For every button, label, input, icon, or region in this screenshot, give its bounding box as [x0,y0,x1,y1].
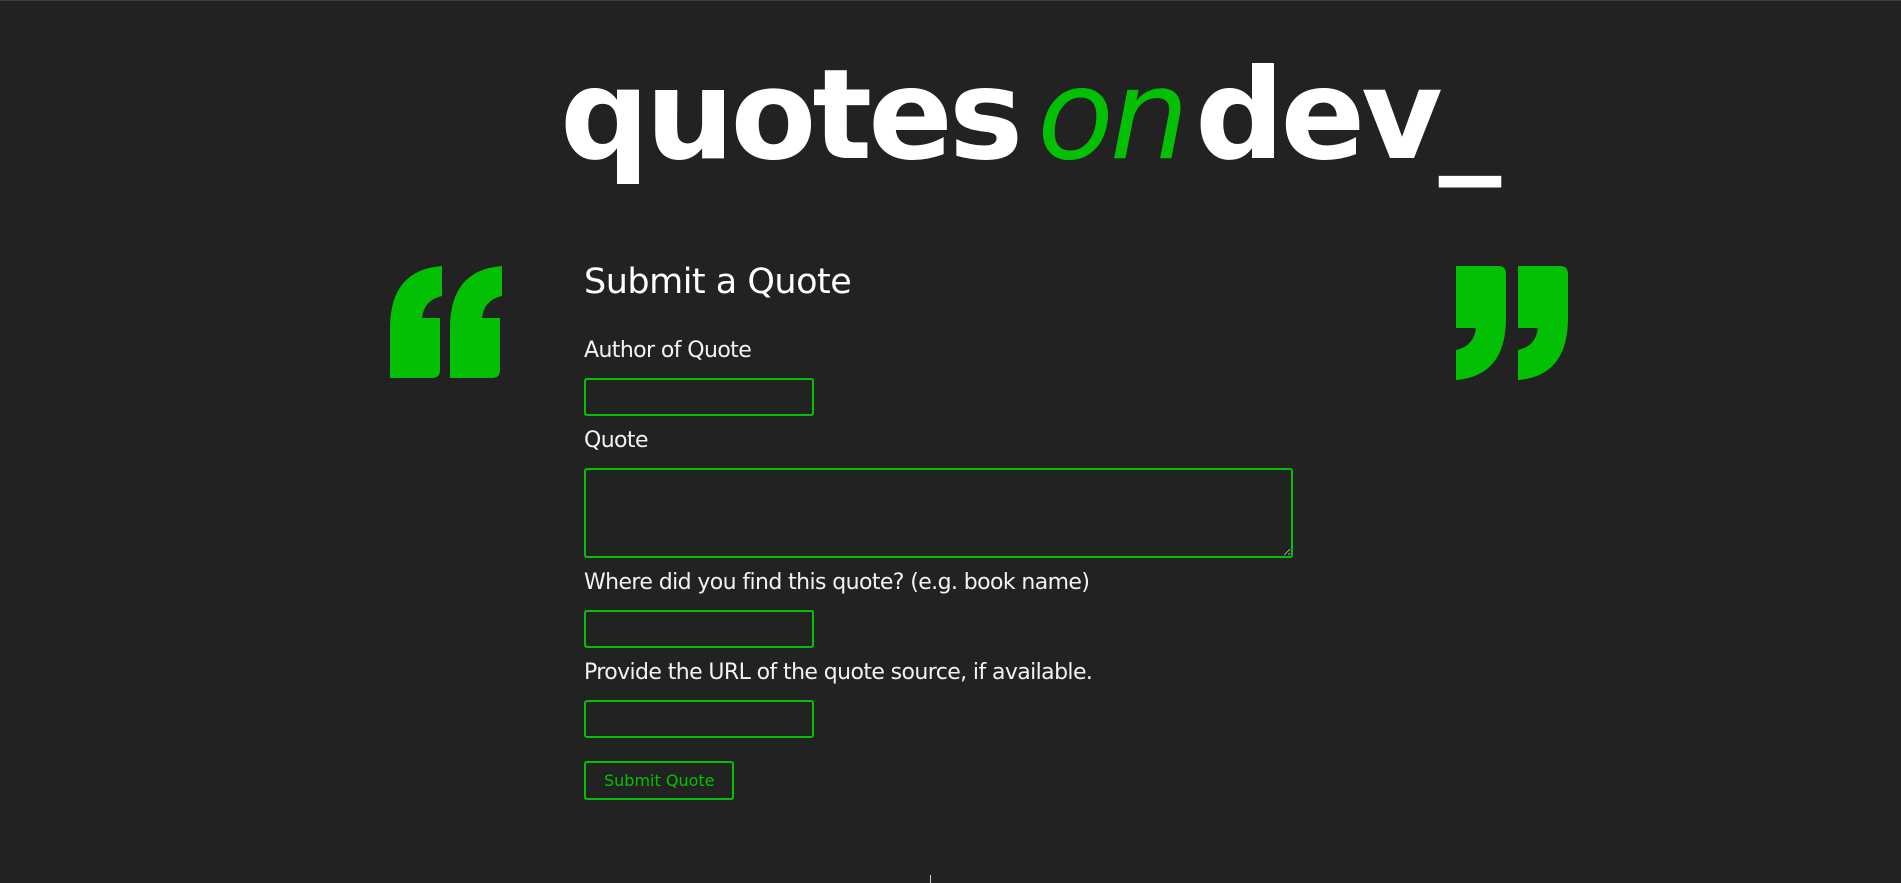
submit-quote-button[interactable]: Submit Quote [584,761,735,800]
logo-word-on: on [1037,43,1189,188]
open-quote-icon [390,266,502,378]
footer-nav [930,875,931,883]
quote-textarea[interactable] [584,468,1293,558]
page: quotes ondev_ Submit a Quote Author of Qu… [0,0,1901,883]
quote-label: Quote [584,428,648,453]
form-title: Submit a Quote [584,262,852,302]
logo-word-quotes: quotes [560,43,1023,188]
url-label: Provide the URL of the quote source, if … [584,660,1093,685]
url-input[interactable] [584,700,814,738]
source-label: Where did you find this quote? (e.g. boo… [584,570,1090,595]
footer-divider [930,875,931,883]
logo-word-dev: dev_ [1194,43,1501,188]
submit-quote-form: Submit a Quote Author of Quote Quote Whe… [584,256,1304,800]
site-logo[interactable]: quotes ondev_ [560,43,1501,203]
source-input[interactable] [584,610,814,648]
author-input[interactable] [584,378,814,416]
author-label: Author of Quote [584,338,752,363]
close-quote-icon [1456,266,1568,380]
